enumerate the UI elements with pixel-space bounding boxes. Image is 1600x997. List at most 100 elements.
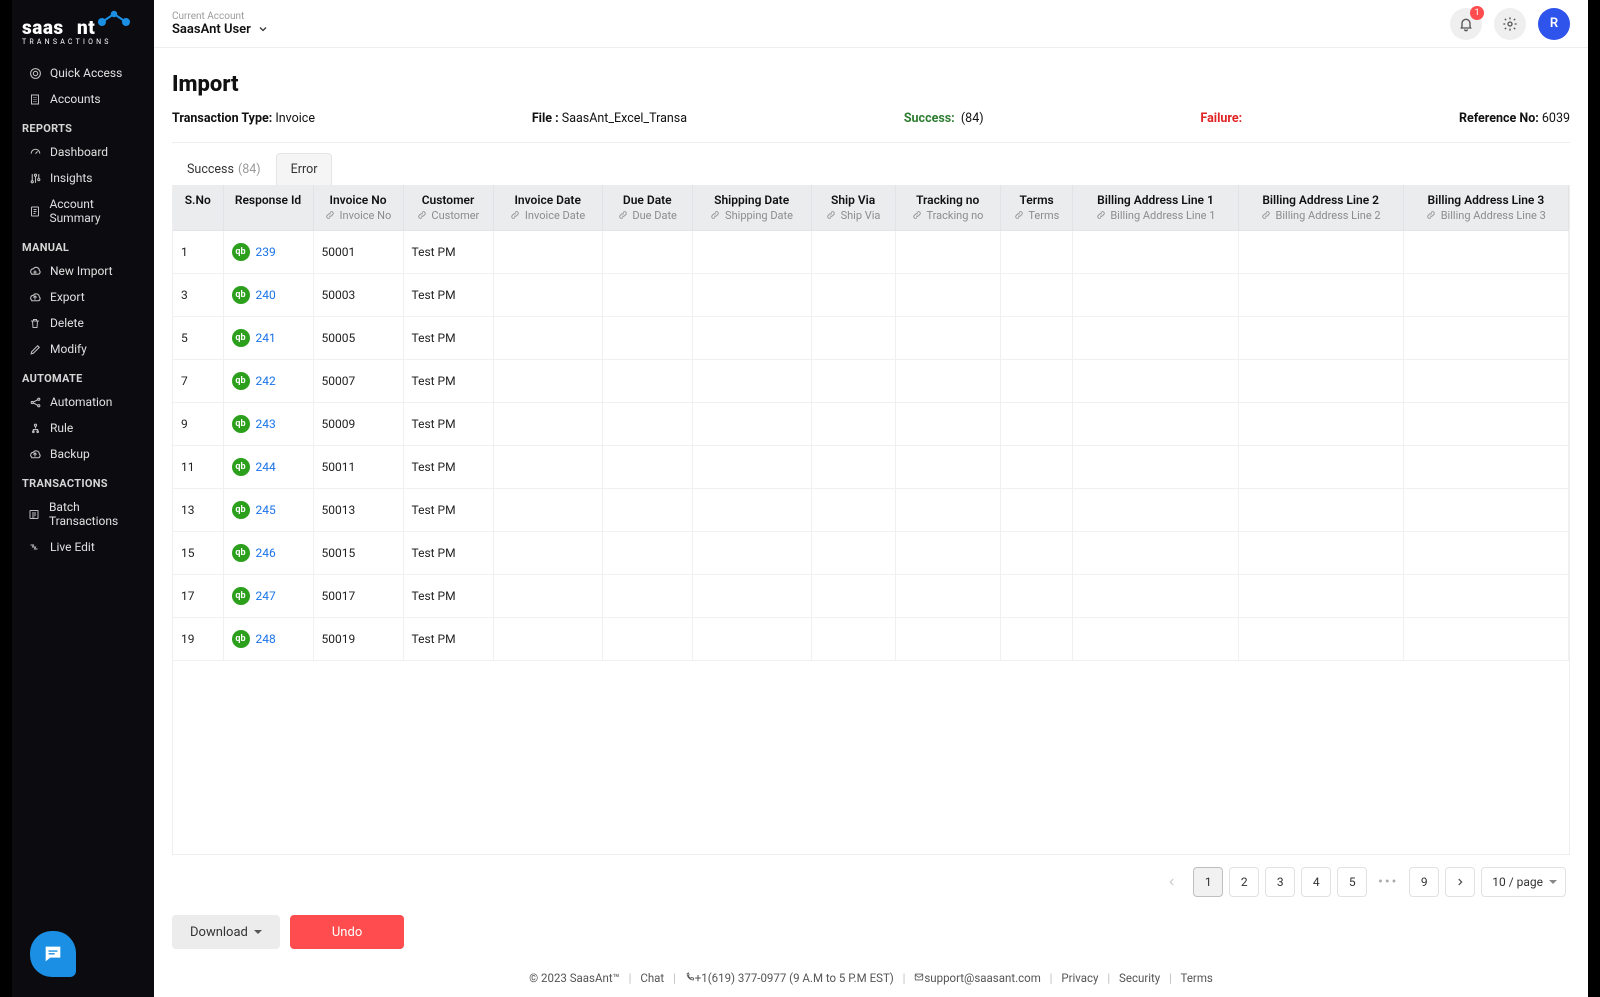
footer-privacy-link[interactable]: Privacy (1061, 971, 1098, 985)
footer-email-link[interactable]: support@saasant.com (924, 971, 1040, 985)
download-button[interactable]: Download (172, 915, 280, 949)
quickbooks-icon: qb (232, 501, 250, 519)
page-number[interactable]: 1 (1193, 867, 1223, 897)
cell-empty (602, 446, 692, 489)
column-header[interactable]: Invoice No Invoice No (313, 185, 403, 231)
column-header[interactable]: Terms Terms (1000, 185, 1073, 231)
page-number[interactable]: 3 (1265, 867, 1295, 897)
response-link[interactable]: 246 (256, 546, 276, 560)
sidebar-item-live-edit[interactable]: Live Edit (12, 534, 154, 560)
cell-sno: 3 (173, 274, 223, 317)
sidebar-item-account-summary[interactable]: Account Summary (12, 191, 154, 231)
response-link[interactable]: 241 (256, 331, 276, 345)
footer-security-link[interactable]: Security (1119, 971, 1160, 985)
sidebar-item-label: Account Summary (49, 197, 144, 225)
response-link[interactable]: 245 (256, 503, 276, 517)
cell-empty (602, 618, 692, 661)
response-link[interactable]: 247 (256, 589, 276, 603)
cell-invoice-no: 50011 (313, 446, 403, 489)
column-header[interactable]: Billing Address Line 1 Billing Address L… (1073, 185, 1238, 231)
footer-terms-link[interactable]: Terms (1181, 971, 1213, 985)
cell-empty (1238, 532, 1403, 575)
notifications-button[interactable]: 1 (1450, 8, 1482, 40)
topbar: Current Account SaasAnt User 1 R (154, 0, 1588, 48)
profile-button[interactable]: R (1538, 8, 1570, 40)
svg-text:saas: saas (22, 16, 64, 39)
page-prev[interactable] (1157, 867, 1187, 897)
undo-button[interactable]: Undo (290, 915, 404, 949)
sidebar-item-insights[interactable]: Insights (12, 165, 154, 191)
response-link[interactable]: 243 (256, 417, 276, 431)
page-ellipsis[interactable]: ••• (1373, 867, 1403, 897)
doc-icon (28, 204, 41, 218)
cell-sno: 13 (173, 489, 223, 532)
response-link[interactable]: 240 (256, 288, 276, 302)
table-row: 3qb24050003Test PM (173, 274, 1569, 317)
sidebar-item-quick-access[interactable]: Quick Access (12, 60, 154, 86)
cell-empty (1073, 489, 1238, 532)
page-number[interactable]: 5 (1337, 867, 1367, 897)
sidebar-item-batch-transactions[interactable]: Batch Transactions (12, 494, 154, 534)
response-link[interactable]: 248 (256, 632, 276, 646)
column-header[interactable]: S.No (173, 185, 223, 231)
sidebar-item-label: Rule (50, 421, 73, 435)
tab-error[interactable]: Error (276, 153, 333, 185)
quickbooks-icon: qb (232, 544, 250, 562)
column-header[interactable]: Billing Address Line 2 Billing Address L… (1238, 185, 1403, 231)
results-table-wrap[interactable]: S.NoResponse IdInvoice No Invoice NoCust… (172, 185, 1570, 855)
sidebar-item-export[interactable]: Export (12, 284, 154, 310)
response-link[interactable]: 242 (256, 374, 276, 388)
tab-success[interactable]: Success(84) (172, 153, 276, 185)
column-header[interactable]: Shipping Date Shipping Date (692, 185, 811, 231)
cell-empty (493, 317, 602, 360)
settings-button[interactable] (1494, 8, 1526, 40)
sidebar-item-rule[interactable]: Rule (12, 415, 154, 441)
column-header[interactable]: Ship Via Ship Via (811, 185, 895, 231)
pagination: 12345 ••• 9 10 / page (172, 855, 1570, 909)
cell-customer: Test PM (403, 274, 493, 317)
footer-chat-link[interactable]: Chat (640, 971, 664, 985)
column-header[interactable]: Billing Address Line 3 Billing Address L… (1403, 185, 1568, 231)
sidebar-item-new-import[interactable]: New Import (12, 258, 154, 284)
phone-icon (685, 972, 695, 982)
cell-empty (1000, 618, 1073, 661)
live-icon (28, 540, 42, 554)
chat-fab[interactable] (30, 931, 76, 977)
column-header[interactable]: Due Date Due Date (602, 185, 692, 231)
main: Current Account SaasAnt User 1 R (154, 0, 1588, 997)
cell-empty (1073, 532, 1238, 575)
response-link[interactable]: 244 (256, 460, 276, 474)
page-number[interactable]: 4 (1301, 867, 1331, 897)
cell-empty (1000, 231, 1073, 274)
account-switcher[interactable]: Current Account SaasAnt User (172, 11, 269, 37)
column-header[interactable]: Tracking no Tracking no (895, 185, 1000, 231)
sidebar-item-label: Backup (50, 447, 90, 461)
cell-empty (895, 489, 1000, 532)
sidebar-item-backup[interactable]: Backup (12, 441, 154, 467)
cell-empty (1403, 532, 1568, 575)
cell-empty (1238, 231, 1403, 274)
sidebar-item-accounts[interactable]: Accounts (12, 86, 154, 112)
sidebar-item-delete[interactable]: Delete (12, 310, 154, 336)
page-next[interactable] (1445, 867, 1475, 897)
page-size-select[interactable]: 10 / page (1481, 867, 1566, 897)
quickbooks-icon: qb (232, 329, 250, 347)
page-number[interactable]: 2 (1229, 867, 1259, 897)
cell-empty (895, 274, 1000, 317)
cell-invoice-no: 50005 (313, 317, 403, 360)
cell-invoice-no: 50017 (313, 575, 403, 618)
cell-empty (1403, 446, 1568, 489)
sidebar-item-dashboard[interactable]: Dashboard (12, 139, 154, 165)
response-link[interactable]: 239 (256, 245, 276, 259)
quickbooks-icon: qb (232, 372, 250, 390)
cell-sno: 11 (173, 446, 223, 489)
column-header[interactable]: Invoice Date Invoice Date (493, 185, 602, 231)
column-header[interactable]: Response Id (223, 185, 313, 231)
sidebar-item-modify[interactable]: Modify (12, 336, 154, 362)
cell-empty (493, 575, 602, 618)
sidebar-item-automation[interactable]: Automation (12, 389, 154, 415)
cell-empty (602, 532, 692, 575)
column-header[interactable]: Customer Customer (403, 185, 493, 231)
cell-empty (1403, 403, 1568, 446)
page-last[interactable]: 9 (1409, 867, 1439, 897)
